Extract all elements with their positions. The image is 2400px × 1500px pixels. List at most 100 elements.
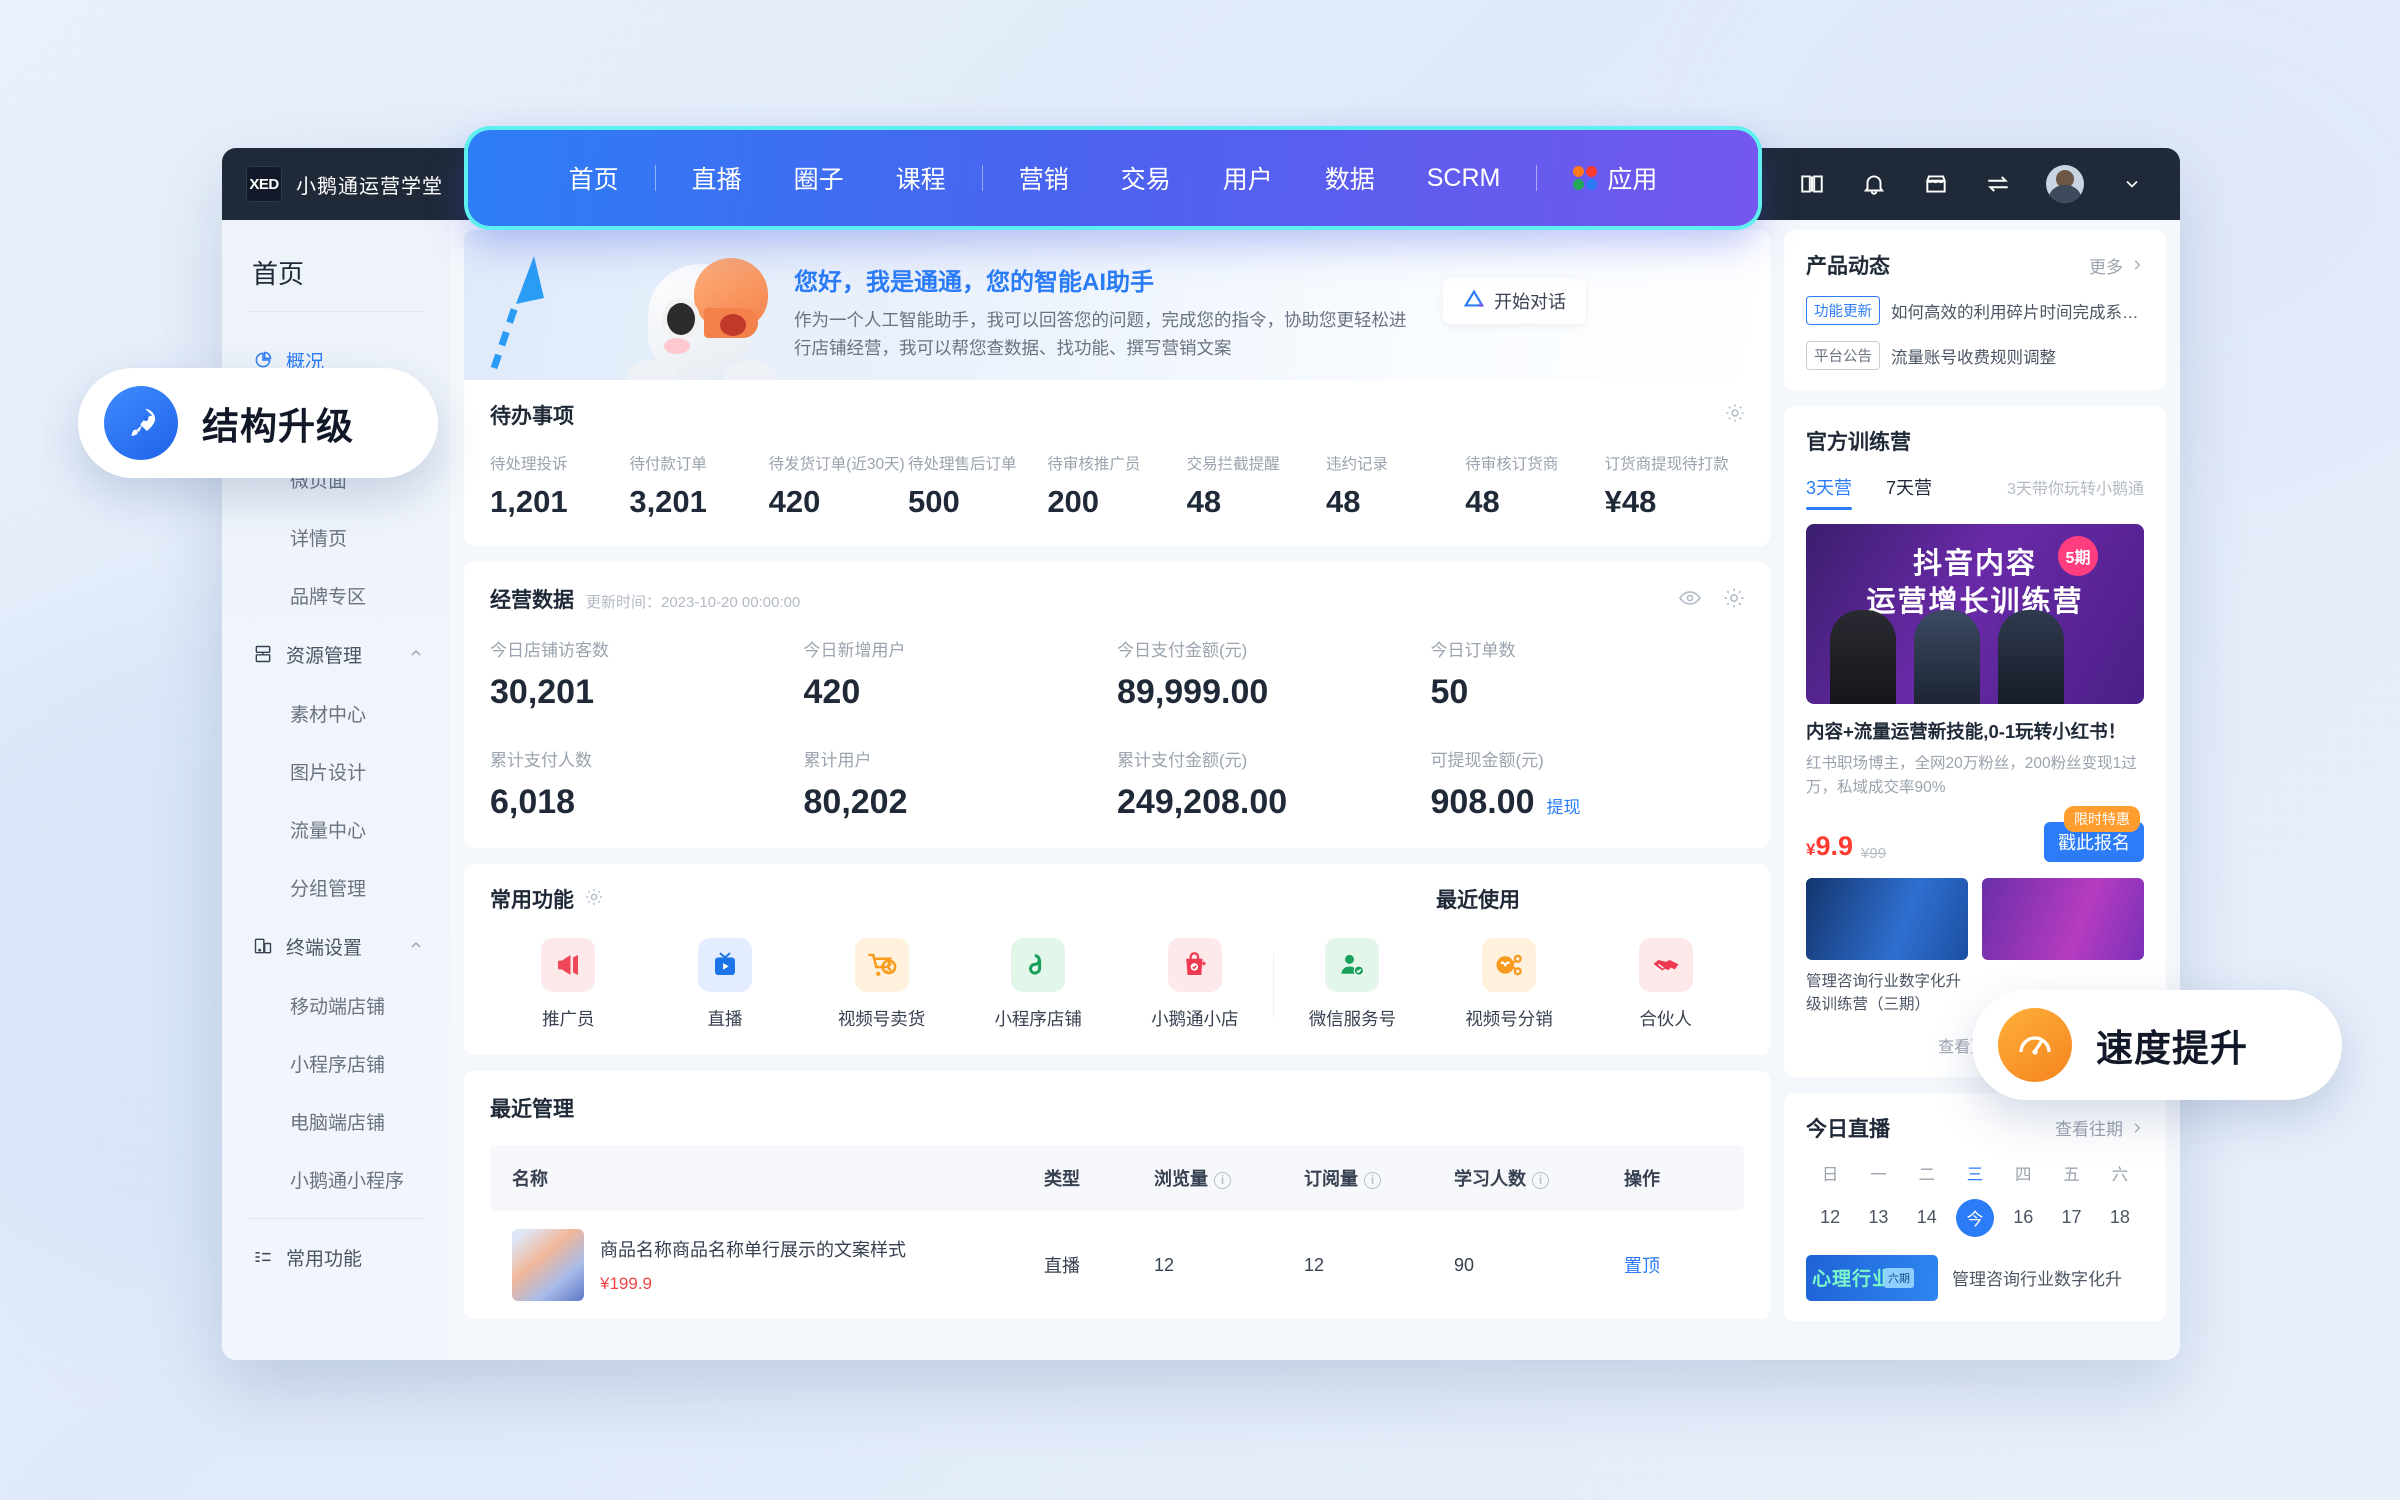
book-icon[interactable]	[1798, 170, 1826, 198]
sidebar-title: 首页	[252, 259, 305, 289]
todo-item[interactable]: 待审核订货商 48	[1465, 452, 1604, 520]
sidebar-item-detailpage[interactable]: 详情页	[222, 508, 450, 566]
promo-thumb-item[interactable]: 管理咨询行业数字化升级训练营（三期）	[1806, 878, 1968, 1017]
bell-icon[interactable]	[1860, 170, 1888, 198]
biz-metric-value: 249,208.00	[1117, 783, 1288, 821]
live-list-item[interactable]: 心理行业 六期 管理咨询行业数字化升	[1806, 1254, 2144, 1301]
sidebar-item-terminal-settings[interactable]: 终端设置	[222, 916, 450, 976]
brand-logo: XED	[246, 166, 282, 202]
calendar-day[interactable]: 13	[1854, 1207, 1902, 1228]
nav-item-7[interactable]: 数据	[1299, 160, 1401, 196]
live-thumb-badge: 六期	[1884, 1267, 1914, 1288]
business-data-update-time: 更新时间：2023-10-20 00:00:00	[586, 594, 801, 611]
calendar-day[interactable]: 18	[2096, 1207, 2144, 1228]
calendar-day[interactable]: 今	[1951, 1198, 1999, 1237]
info-icon[interactable]: i	[1364, 1171, 1381, 1189]
sidebar-item-label: 流量中心	[290, 820, 367, 842]
sidebar-item-common-functions[interactable]: 常用功能	[222, 1227, 450, 1287]
chevron-right-icon	[2134, 260, 2141, 270]
today-live-more[interactable]: 查看往期	[2055, 1115, 2144, 1140]
nav-item-5[interactable]: 交易	[1095, 160, 1197, 196]
function-item-3[interactable]: 小程序店铺	[960, 938, 1117, 1031]
sidebar-item-resource-management[interactable]: 资源管理	[222, 624, 450, 684]
product-news-list: 功能更新 如何高效的利用碎片时间完成系统… 平台公告 流量账号收费规则调整	[1806, 296, 2144, 370]
nav-item-8[interactable]: SCRM	[1401, 164, 1527, 193]
todo-item[interactable]: 违约记录 48	[1326, 452, 1465, 520]
todo-item-label: 交易拦截提醒	[1186, 456, 1280, 473]
start-chat-button[interactable]: 开始对话	[1443, 278, 1586, 324]
table-header-cell: 名称	[490, 1145, 1044, 1211]
chevron-up-icon[interactable]	[408, 937, 424, 956]
tab-3day-camp[interactable]: 3天营	[1806, 474, 1853, 510]
chevron-up-icon[interactable]	[408, 645, 424, 664]
nav-item-app[interactable]: 应用	[1547, 160, 1683, 196]
calendar-day[interactable]: 14	[1903, 1207, 1951, 1228]
sidebar-item-pc-shop[interactable]: 电脑端店铺	[222, 1092, 450, 1150]
todo-item[interactable]: 待审核推广员 200	[1047, 452, 1186, 520]
table-header-cell: 浏览量 i	[1154, 1145, 1304, 1211]
table-row[interactable]: 商品名称商品名称单行展示的文案样式 ¥199.9 直播 12 12 90 置顶	[490, 1211, 1744, 1319]
function-item-4[interactable]: 小鹅通小店	[1117, 938, 1274, 1031]
calendar-day[interactable]: 12	[1806, 1207, 1854, 1228]
sidebar-item-group-management[interactable]: 分组管理	[222, 858, 450, 916]
weekday-label: 六	[2111, 1165, 2129, 1184]
news-item[interactable]: 平台公告 流量账号收费规则调整	[1806, 341, 2144, 370]
common-functions-header: 常用功能 最近使用	[490, 884, 1744, 914]
function-item-1[interactable]: 直播	[647, 938, 804, 1031]
product-news-more[interactable]: 更多	[2089, 253, 2144, 278]
promo-card[interactable]: 抖音内容 运营增长训练营 5期 内容+流量运营新技能,0-1玩转小红书！ 红书职…	[1806, 524, 2144, 863]
function-item-7[interactable]: 合伙人	[1587, 938, 1744, 1031]
nav-item-0[interactable]: 首页	[543, 160, 645, 196]
info-icon[interactable]: i	[1532, 1171, 1549, 1189]
gear-icon[interactable]	[1724, 402, 1746, 429]
function-item-6[interactable]: 视频号分销	[1431, 938, 1588, 1031]
gear-icon[interactable]	[584, 887, 604, 912]
switch-icon[interactable]	[1984, 170, 2012, 198]
eye-icon[interactable]	[1678, 586, 1702, 615]
pin-to-top-link[interactable]: 置顶	[1624, 1256, 1660, 1276]
withdraw-link[interactable]: 提现	[1547, 793, 1581, 818]
gear-icon[interactable]	[1722, 586, 1746, 615]
brand[interactable]: XED 小鹅通运营学堂	[222, 166, 450, 202]
sidebar-item-miniprogram-shop[interactable]: 小程序店铺	[222, 1034, 450, 1092]
todo-item[interactable]: 交易拦截提醒 48	[1187, 452, 1326, 520]
todo-item[interactable]: 订货商提现待打款 ¥48	[1605, 452, 1744, 520]
ai-banner-desc: 作为一个人工智能助手，我可以回答您的问题，完成您的指令，协助您更轻松进 行店铺经…	[794, 306, 1407, 363]
avatar[interactable]	[2046, 165, 2084, 203]
sidebar-item-label: 详情页	[290, 528, 348, 550]
todo-item[interactable]: 待发货订单(近30天) 420	[769, 452, 908, 520]
chevron-down-icon[interactable]	[2118, 170, 2146, 198]
product-news-header: 产品动态 更多	[1806, 250, 2144, 280]
calendar-day[interactable]: 17	[2047, 1207, 2095, 1228]
function-item-label: 合伙人	[1639, 1009, 1692, 1029]
nav-item-3[interactable]: 课程	[870, 160, 972, 196]
sidebar-item-mobile-shop[interactable]: 移动端店铺	[222, 976, 450, 1034]
sidebar-item-xiaoetong-miniprogram[interactable]: 小鹅通小程序	[222, 1150, 450, 1208]
function-item-2[interactable]: 视频号卖货	[803, 938, 960, 1031]
sidebar-item-material-center[interactable]: 素材中心	[222, 684, 450, 742]
sidebar-item-brandzone[interactable]: 品牌专区	[222, 566, 450, 624]
calendar-day[interactable]: 16	[1999, 1207, 2047, 1228]
common-functions-grid: 推广员 直播 视频号卖货 小程序店铺 小鹅通小店 微信服务号 视频号分销 合伙人	[490, 938, 1744, 1031]
nav-item-4[interactable]: 营销	[993, 160, 1095, 196]
info-icon[interactable]: i	[1214, 1171, 1231, 1189]
tab-7day-camp[interactable]: 7天营	[1886, 474, 1932, 510]
news-item[interactable]: 功能更新 如何高效的利用碎片时间完成系统…	[1806, 296, 2144, 325]
function-item-0[interactable]: 推广员	[490, 938, 647, 1031]
sidebar-item-traffic-center[interactable]: 流量中心	[222, 800, 450, 858]
nav-item-2[interactable]: 圈子	[768, 160, 870, 196]
ai-banner-desc-line1: 作为一个人工智能助手，我可以回答您的问题，完成您的指令，协助您更轻松进	[794, 310, 1407, 330]
store-icon[interactable]	[1922, 170, 1950, 198]
nav-separator	[981, 165, 983, 191]
todo-card: 待办事项 待处理投诉 1,201 待付款订单 3,201 待发货订单(近30天) 420 待…	[464, 380, 1770, 546]
todo-item[interactable]: 待处理投诉 1,201	[490, 452, 629, 520]
nav-item-1[interactable]: 直播	[666, 160, 768, 196]
function-item-5[interactable]: 微信服务号	[1274, 938, 1431, 1031]
row-views: 12	[1154, 1254, 1175, 1275]
todo-item[interactable]: 待付款订单 3,201	[629, 452, 768, 520]
sidebar-item-image-design[interactable]: 图片设计	[222, 742, 450, 800]
nav-item-6[interactable]: 用户	[1197, 160, 1299, 196]
todo-item-label: 待发货订单(近30天)	[768, 456, 905, 473]
todo-item[interactable]: 待处理售后订单 500	[908, 452, 1047, 520]
news-text: 如何高效的利用碎片时间完成系统…	[1891, 303, 2144, 322]
